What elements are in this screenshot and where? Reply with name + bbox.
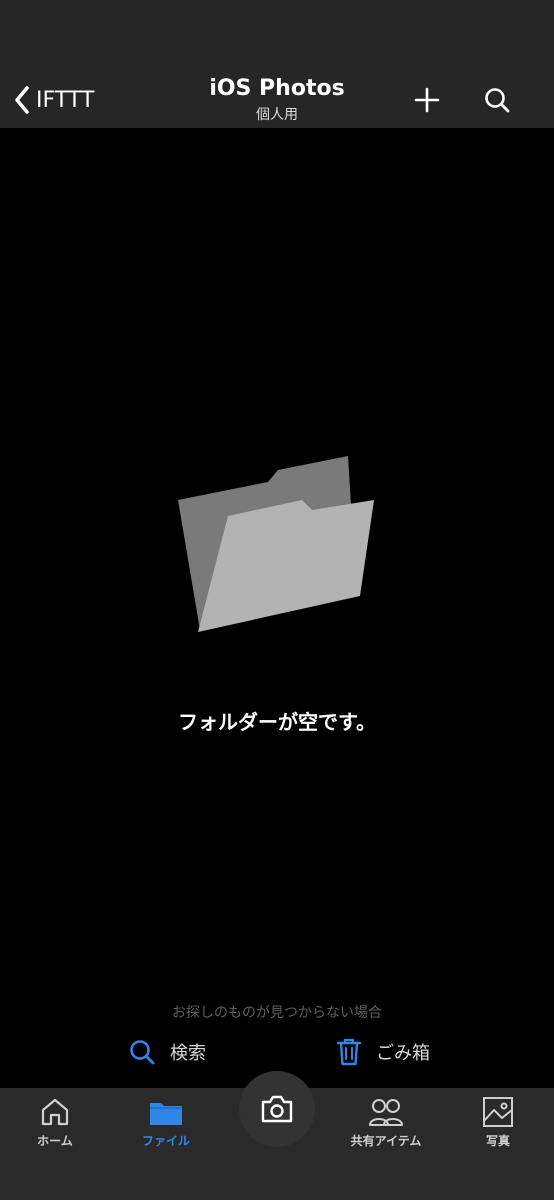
people-icon: [369, 1099, 403, 1126]
camera-icon: [261, 1095, 293, 1123]
folder-icon: [150, 1103, 182, 1125]
tab-shared-label: 共有アイテム: [350, 1134, 422, 1148]
tab-shared[interactable]: 共有アイテム: [331, 1096, 441, 1156]
search-action-label: 検索: [170, 1043, 206, 1064]
tab-photos-label: 写真: [485, 1134, 510, 1148]
page-subtitle: 個人用: [256, 107, 298, 123]
page-title: iOS Photos: [209, 76, 345, 101]
search-icon: [485, 88, 510, 113]
tab-files-label: ファイル: [141, 1134, 190, 1148]
search-action[interactable]: 検索: [128, 1036, 206, 1068]
search-button[interactable]: [481, 84, 513, 116]
tab-files[interactable]: ファイル: [111, 1096, 221, 1156]
trash-action[interactable]: ごみ箱: [336, 1036, 430, 1068]
plus-icon: [414, 87, 440, 113]
help-hint: お探しのものが見つからない場合: [172, 1005, 382, 1021]
camera-button[interactable]: [239, 1071, 315, 1147]
home-icon: [41, 1098, 69, 1126]
search-icon: [130, 1040, 155, 1065]
trash-icon: [336, 1038, 362, 1066]
photo-icon: [483, 1097, 513, 1127]
navigation-bar: IFTTT iOS Photos 個人用: [0, 72, 554, 128]
tab-home[interactable]: ホーム: [0, 1096, 110, 1156]
tab-photos[interactable]: 写真: [443, 1096, 553, 1156]
add-button[interactable]: [411, 84, 443, 116]
tab-home-label: ホーム: [37, 1134, 73, 1148]
trash-action-label: ごみ箱: [376, 1043, 430, 1064]
empty-folder-illustration: [178, 456, 374, 632]
status-bar: [0, 0, 554, 72]
empty-folder-message: フォルダーが空です。: [178, 710, 376, 734]
